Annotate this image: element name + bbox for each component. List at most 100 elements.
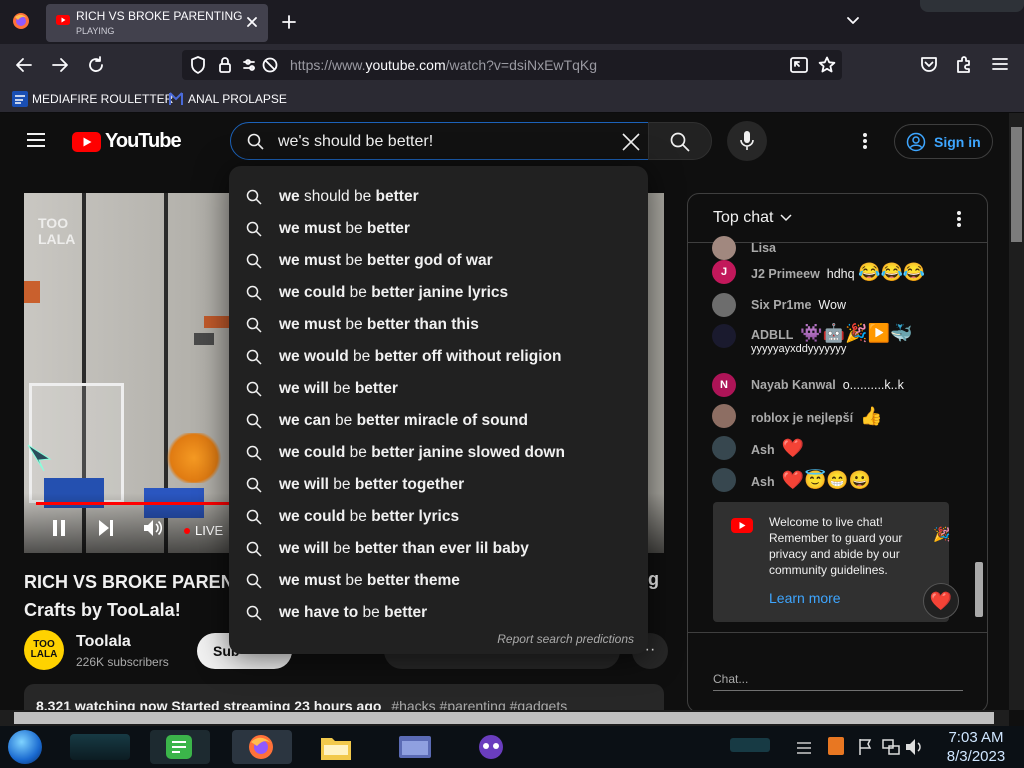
suggestion-item[interactable]: we would be better off without religion [229,341,648,373]
window-app-icon [399,736,431,758]
suggestion-text: we must be better theme [279,572,460,589]
suggestion-item[interactable]: we must be better [229,213,648,245]
suggestion-item[interactable]: we will be better together [229,469,648,501]
clear-search-icon[interactable] [621,132,641,152]
taskbar-app-explorer[interactable] [318,730,354,764]
horizontal-scrollbar-thumb[interactable] [14,712,994,724]
learn-more-link[interactable]: Learn more [769,590,841,606]
suggestion-item[interactable]: we will be better [229,373,648,405]
tab-youtube[interactable]: RICH VS BROKE PARENTING HA PLAYING [46,4,268,42]
chat-text: o..........k..k [842,378,904,392]
search-icon [670,132,690,152]
shield-icon[interactable] [190,56,206,74]
progress-bar[interactable] [36,502,236,505]
chat-input[interactable]: Chat... [713,672,748,686]
search-input[interactable]: we's should be better! [230,122,649,160]
video-scene-brick [194,333,214,345]
taskbar-app-mask[interactable] [472,730,512,764]
page-scrollbar[interactable] [1009,113,1024,710]
account-icon [906,132,926,152]
youtube-logo-text: YouTube [105,130,182,152]
suggestion-text: we could be better janine lyrics [279,284,509,301]
suggestion-item[interactable]: we can be better miracle of sound [229,405,648,437]
notes-app-icon [166,735,192,759]
sign-in-button[interactable]: Sign in [894,124,993,159]
url-path: /watch?v=dsiNxEwTqKg [445,57,597,73]
report-predictions-link[interactable]: Report search predictions [497,632,634,646]
taskbar-app-firefox[interactable] [232,730,292,764]
clock[interactable]: 7:03 AM 8/3/2023 [932,728,1020,766]
taskbar-app-window[interactable] [395,730,435,764]
reaction-heart-button[interactable]: ❤️ [923,583,959,619]
voice-search-button[interactable] [727,121,767,161]
channel-name[interactable]: Toolala [76,633,131,651]
reload-icon[interactable] [87,56,105,74]
bookmark-mediafire[interactable]: MEDIAFIRE ROULETTER [12,91,173,107]
welcome-text: Welcome to live chat! Remember to guard … [769,515,903,577]
chat-message: N Nayab Kanwal o..........k..k [712,373,904,397]
youtube-logo[interactable]: YouTube [72,130,182,153]
suggestion-text: we must be better [279,220,410,237]
url-text[interactable]: https://www.youtube.com/watch?v=dsiNxEwT… [290,57,597,73]
lock-icon[interactable] [218,56,232,74]
suggestion-text: we have to be better [279,604,428,621]
youtube-favicon-icon [56,15,70,25]
new-tab-icon[interactable] [282,15,296,29]
suggestion-item[interactable]: we have to be better [229,597,648,629]
picture-in-picture-icon[interactable] [790,57,808,73]
top-chat-dropdown[interactable]: Top chat [713,209,793,227]
chat-emoji: 😂😂😂 [858,262,926,282]
pocket-icon[interactable] [920,56,938,73]
live-badge[interactable]: LIVE [184,523,223,538]
suggestion-item[interactable]: we could be better janine slowed down [229,437,648,469]
volume-tray-icon[interactable] [905,738,923,756]
bookmark-anal-prolapse[interactable]: ANAL PROLAPSE [168,91,287,107]
live-chat-panel: Top chat Lisa J J2 Primeew hdhq 😂😂😂 Six … [687,193,988,713]
chat-author: Nayab Kanwal [751,378,836,392]
bookmark-star-icon[interactable] [818,56,836,74]
channel-avatar[interactable]: TOO LALA [24,630,64,670]
network-icon[interactable] [882,738,900,756]
suggestion-item[interactable]: we should be better [229,181,648,213]
tab-close-icon[interactable] [246,16,258,28]
chat-more-icon[interactable] [956,210,962,228]
permissions-icon[interactable] [242,56,280,74]
page-scrollbar-thumb[interactable] [1011,127,1022,242]
firefox-icon[interactable] [12,12,30,30]
volume-icon[interactable] [143,519,163,537]
live-dot [184,527,190,534]
chat-text: yyyyyayxddyyyyyyy [751,343,847,355]
forward-arrow-icon[interactable] [51,57,69,73]
list-tabs-chevron-icon[interactable] [846,16,860,26]
welcome-banner: Welcome to live chat! Remember to guard … [713,502,950,622]
suggestion-item[interactable]: we could be better lyrics [229,501,648,533]
horizontal-scrollbar[interactable] [0,710,1009,726]
next-icon[interactable] [97,519,115,537]
suggestion-text: we would be better off without religion [279,348,562,365]
chat-scrollbar[interactable] [973,244,985,629]
guide-menu-icon[interactable] [26,132,46,148]
start-button[interactable] [8,730,42,764]
search-button[interactable] [648,122,712,160]
back-arrow-icon[interactable] [15,57,33,73]
suggestion-item[interactable]: we must be better god of war [229,245,648,277]
chat-scrollbar-thumb[interactable] [975,562,983,617]
tray-app-icon[interactable] [828,737,844,755]
suggestion-item[interactable]: we must be better theme [229,565,648,597]
video-title-tail: g [648,569,659,589]
extensions-icon[interactable] [955,55,973,73]
suggestion-item[interactable]: we must be better than this [229,309,648,341]
search-suggestions-dropdown: we should be better we must be better we m… [229,166,648,654]
search-query: we's should be better! [278,133,434,150]
chat-input-underline [713,690,963,691]
suggestion-item[interactable]: we will be better than ever lil baby [229,533,648,565]
keyboard-icon[interactable] [796,741,812,755]
flag-icon[interactable] [858,738,872,756]
hamburger-menu-icon[interactable] [992,57,1008,71]
search-icon [246,541,262,557]
suggestion-item[interactable]: we could be better janine lyrics [229,277,648,309]
pause-icon[interactable] [51,519,67,537]
settings-more-icon[interactable] [862,132,868,150]
chat-avatar [712,236,736,260]
taskbar-app-notes[interactable] [150,730,210,764]
